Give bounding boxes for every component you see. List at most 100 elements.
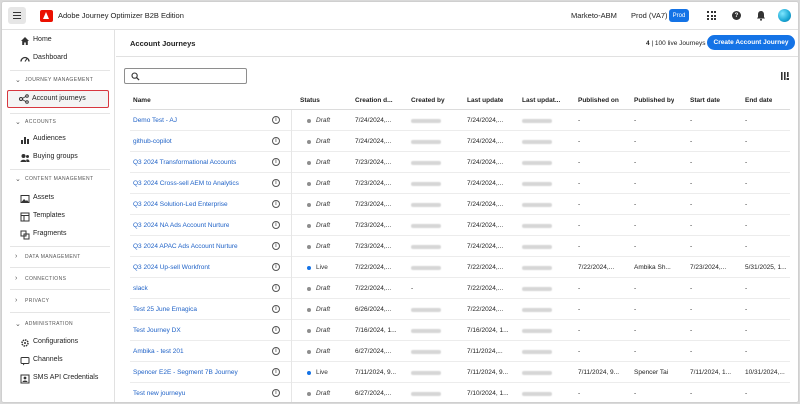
section-journey-management[interactable]: ⌄ JOURNEY MANAGEMENT	[2, 74, 115, 86]
section-connections[interactable]: › CONNECTIONS	[2, 273, 115, 285]
section-content-management[interactable]: ⌄ CONTENT MANAGEMENT	[2, 173, 115, 185]
info-icon[interactable]: i	[272, 137, 280, 145]
status-dot-icon	[307, 203, 311, 207]
cell-last-update: 7/24/2024,...	[467, 201, 504, 208]
sidebar-item-dashboard[interactable]: Dashboard	[2, 51, 115, 67]
org-switcher[interactable]: Marketo-ABM	[571, 11, 617, 20]
info-icon[interactable]: i	[272, 200, 280, 208]
column-header-last-update[interactable]: Last update	[467, 97, 503, 104]
column-header-created-by[interactable]: Created by	[411, 97, 445, 104]
help-icon[interactable]: ?	[732, 11, 741, 20]
info-icon[interactable]: i	[272, 389, 280, 397]
sidebar-item-templates[interactable]: Templates	[2, 209, 115, 225]
cell-creation-date: 7/22/2024,...	[355, 264, 392, 271]
section-privacy[interactable]: › PRIVACY	[2, 295, 115, 307]
column-header-published-on[interactable]: Published on	[578, 97, 619, 104]
create-account-journey-button[interactable]: Create Account Journey	[707, 35, 795, 50]
column-settings-icon[interactable]	[781, 72, 789, 80]
column-header-name[interactable]: Name	[133, 97, 151, 104]
info-icon[interactable]: i	[272, 242, 280, 250]
table-row[interactable]: Test new journeyu i Draft 6/27/2024,... 7/10…	[130, 383, 790, 402]
section-administration[interactable]: ⌄ ADMINISTRATION	[2, 318, 115, 330]
sidebar-item-assets[interactable]: Assets	[2, 191, 115, 207]
notifications-bell-icon[interactable]	[756, 10, 766, 21]
cell-creation-date: 7/23/2024,...	[355, 180, 392, 187]
table-row[interactable]: Q3 2024 NA Ads Account Nurture i Draft 7/23…	[130, 215, 790, 236]
table-row[interactable]: Q3 2024 Solution-Led Enterprise i Draft 7/2…	[130, 194, 790, 215]
column-header-status[interactable]: Status	[300, 97, 320, 104]
app-switcher-icon[interactable]	[707, 11, 716, 20]
journey-name-link[interactable]: github-copilot	[133, 138, 172, 145]
table-row[interactable]: Spencer E2E - Segment 7B Journey i Live 7/1…	[130, 362, 790, 383]
sidebar-item-configurations[interactable]: Configurations	[2, 335, 115, 351]
journey-name-link[interactable]: Q3 2024 APAC Ads Account Nurture	[133, 243, 238, 250]
journey-name-link[interactable]: Q3 2024 Up-sell Workfront	[133, 264, 210, 271]
table-row[interactable]: Q3 2024 Transformational Accounts i Draft 7…	[130, 152, 790, 173]
info-icon[interactable]: i	[272, 284, 280, 292]
journey-name-link[interactable]: Test 25 June Emagica	[133, 306, 197, 313]
info-icon[interactable]: i	[272, 179, 280, 187]
status-label: Live	[316, 369, 328, 376]
info-icon[interactable]: i	[272, 263, 280, 271]
menu-toggle-icon[interactable]	[8, 7, 26, 24]
cell-creation-date: 7/11/2024, 9...	[355, 369, 397, 376]
redacted-user-name	[411, 350, 441, 354]
journey-name-link[interactable]: slack	[133, 285, 148, 292]
info-icon[interactable]: i	[272, 368, 280, 376]
table-row[interactable]: Q3 2024 Up-sell Workfront i Live 7/22/2024,…	[130, 257, 790, 278]
cell-end-date: -	[745, 138, 748, 145]
column-header-published-by[interactable]: Published by	[634, 97, 674, 104]
journey-name-link[interactable]: Q3 2024 Transformational Accounts	[133, 159, 236, 166]
section-accounts[interactable]: ⌄ ACCOUNTS	[2, 116, 115, 128]
environment-badge[interactable]: Prod	[669, 9, 689, 22]
table-row[interactable]: Q3 2024 Cross-sell AEM to Analytics i Draf…	[130, 173, 790, 194]
info-icon[interactable]: i	[272, 326, 280, 334]
search-input[interactable]	[124, 68, 247, 84]
table-row[interactable]: Test Journey DX i Draft 7/16/2024, 1... 7/16…	[130, 320, 790, 341]
sidebar-item-channels[interactable]: Channels	[2, 353, 115, 369]
redacted-user-name	[411, 308, 441, 312]
section-data-management[interactable]: › DATA MANAGEMENT	[2, 251, 115, 263]
table-row[interactable]: slack i Draft 7/22/2024,... - 7/22/2024,... - -…	[130, 278, 790, 299]
table-row[interactable]: github-copilot i Draft 7/24/2024,... 7/24/20…	[130, 131, 790, 152]
journey-name-link[interactable]: Test new journeyu	[133, 390, 185, 397]
status-dot-icon	[307, 392, 311, 396]
table-row[interactable]: Test 25 June Emagica i Draft 6/26/2024,... 7…	[130, 299, 790, 320]
journey-name-link[interactable]: Q3 2024 Solution-Led Enterprise	[133, 201, 228, 208]
sidebar-item-sms-api-credentials[interactable]: SMS API Credentials	[2, 371, 115, 387]
journey-name-link[interactable]: Spencer E2E - Segment 7B Journey	[133, 369, 238, 376]
status-label: Draft	[316, 159, 331, 166]
status-label: Draft	[316, 327, 331, 334]
column-header-last-updated-by[interactable]: Last updat...	[522, 97, 566, 104]
journey-name-link[interactable]: Q3 2024 Cross-sell AEM to Analytics	[133, 180, 239, 187]
journey-name-link[interactable]: Q3 2024 NA Ads Account Nurture	[133, 222, 229, 229]
cell-end-date: -	[745, 306, 748, 313]
sidebar-item-buying-groups[interactable]: Buying groups	[2, 150, 115, 166]
info-icon[interactable]: i	[272, 347, 280, 355]
table-row[interactable]: Q3 2024 APAC Ads Account Nurture i Draft 7/…	[130, 236, 790, 257]
info-icon[interactable]: i	[272, 158, 280, 166]
user-avatar[interactable]	[778, 9, 791, 22]
sidebar-item-account-journeys[interactable]: Account journeys	[7, 90, 109, 108]
column-header-start-date[interactable]: Start date	[690, 97, 720, 104]
table-row[interactable]: Demo Test - AJ i Draft 7/24/2024,... 7/24/20…	[130, 110, 790, 131]
redacted-user-name	[522, 119, 552, 123]
table-row[interactable]: Ambika - test 201 i Draft 6/27/2024,... 7/11…	[130, 341, 790, 362]
cell-published-on: 7/22/2024,...	[578, 264, 615, 271]
journey-name-link[interactable]: Ambika - test 201	[133, 348, 184, 355]
journey-name-link[interactable]: Test Journey DX	[133, 327, 181, 334]
journey-name-link[interactable]: Demo Test - AJ	[133, 117, 177, 124]
sidebar-item-audiences[interactable]: Audiences	[2, 132, 115, 148]
cell-creation-date: 7/23/2024,...	[355, 243, 392, 250]
cell-published-by: Spencer Tai	[634, 369, 669, 376]
info-icon[interactable]: i	[272, 116, 280, 124]
info-icon[interactable]: i	[272, 305, 280, 313]
sidebar-item-home[interactable]: Home	[2, 33, 115, 49]
column-header-end-date[interactable]: End date	[745, 97, 772, 104]
column-header-creation-date[interactable]: Creation d...	[355, 97, 399, 104]
sandbox-switcher[interactable]: Prod (VA7)	[631, 11, 668, 20]
info-icon[interactable]: i	[272, 221, 280, 229]
page-title: Account Journeys	[130, 39, 196, 48]
redacted-user-name	[411, 266, 441, 270]
sidebar-item-fragments[interactable]: Fragments	[2, 227, 115, 243]
